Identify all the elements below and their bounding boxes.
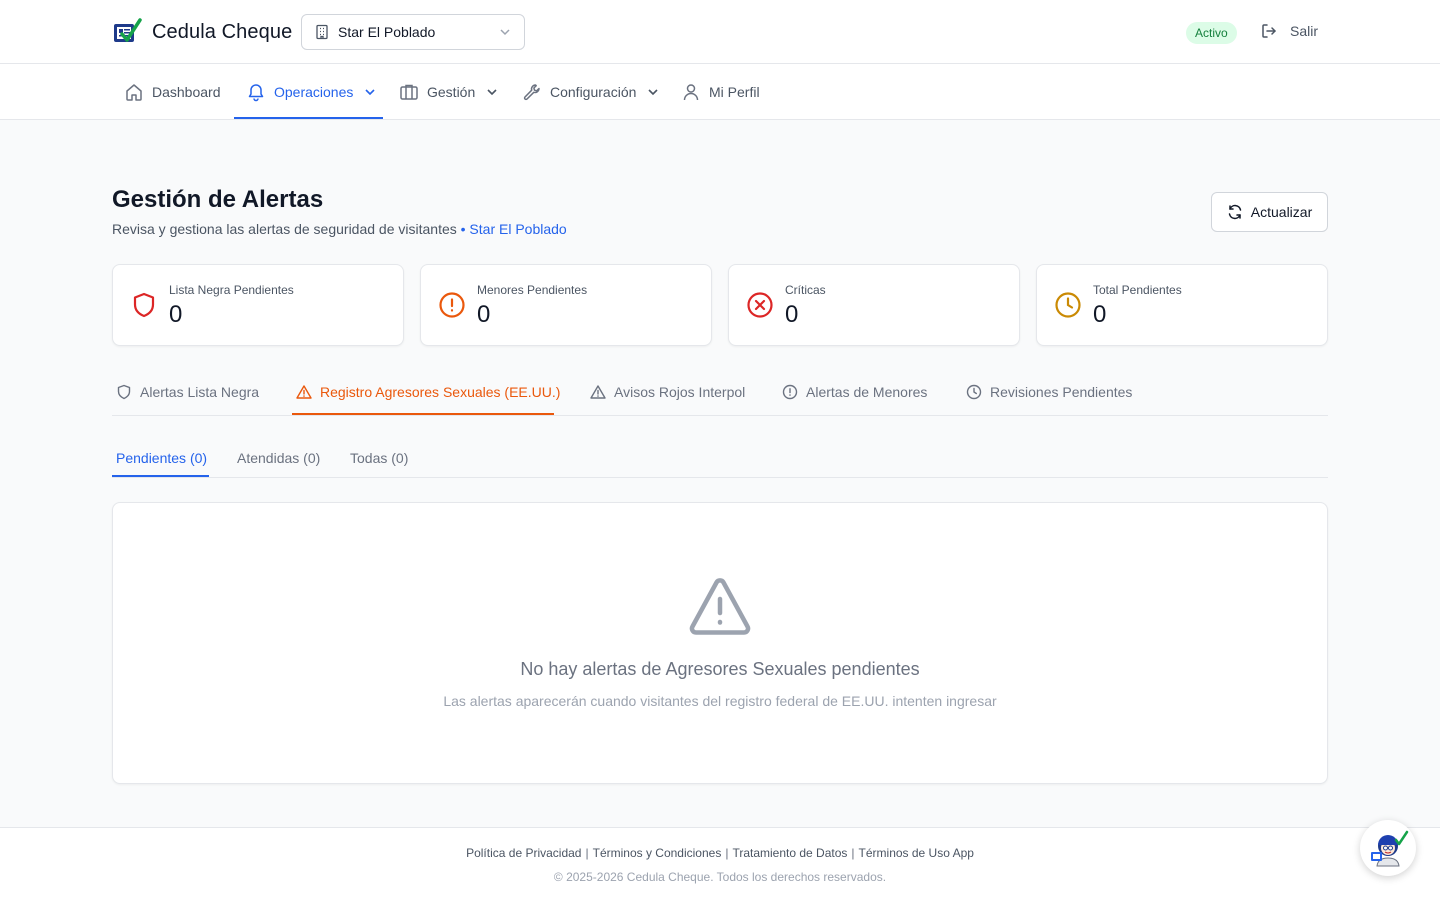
main-nav: Dashboard Operaciones Gestión Configurac…	[0, 64, 1440, 120]
app-name: Cedula Cheque	[152, 20, 293, 43]
nav-active-indicator	[234, 117, 383, 119]
chat-assistant-button[interactable]	[1360, 820, 1416, 876]
footer: Política de Privacidad | Términos y Condic…	[0, 827, 1440, 900]
stat-card-lista-negra: Lista Negra Pendientes 0	[112, 264, 404, 346]
stat-card-total: Total Pendientes 0	[1036, 264, 1328, 346]
footer-separator: |	[585, 846, 589, 860]
footer-link-tratamiento-datos[interactable]: Tratamiento de Datos	[732, 846, 847, 860]
nav-mi-perfil-label: Mi Perfil	[709, 84, 760, 100]
nav-gestion-label: Gestión	[427, 84, 476, 100]
warning-triangle-icon	[689, 578, 751, 635]
stat-label: Lista Negra Pendientes	[169, 283, 294, 297]
logout-icon	[1262, 24, 1276, 38]
footer-separator: |	[851, 846, 855, 860]
site-selector-value: Star El Poblado	[338, 24, 436, 40]
nav-dashboard-label: Dashboard	[152, 84, 221, 100]
clock-icon	[966, 384, 982, 400]
brand[interactable]: Cedula Cheque	[112, 18, 292, 46]
refresh-button[interactable]: Actualizar	[1211, 192, 1328, 232]
user-icon	[683, 84, 699, 101]
tab-revisiones[interactable]: Revisiones Pendientes	[966, 368, 1132, 416]
tab-interpol[interactable]: Avisos Rojos Interpol	[590, 368, 745, 416]
bell-icon	[248, 84, 264, 102]
page-subtitle-text: Revisa y gestiona las alertas de segurid…	[112, 221, 457, 237]
site-selector[interactable]: Star El Poblado	[301, 14, 525, 50]
footer-link-privacidad[interactable]: Política de Privacidad	[466, 846, 581, 860]
shield-icon	[117, 384, 131, 400]
footer-copyright: © 2025-2026 Cedula Cheque. Todos los der…	[553, 870, 887, 884]
stat-label: Total Pendientes	[1093, 283, 1182, 297]
nav-gestion[interactable]: Gestión	[399, 64, 499, 120]
clock-icon	[1055, 292, 1081, 318]
wrench-icon	[523, 84, 540, 101]
chevron-down-icon	[365, 89, 375, 96]
footer-link-terminos-app[interactable]: Términos de Uso App	[859, 846, 974, 860]
warning-triangle-icon	[590, 385, 606, 399]
home-icon	[126, 84, 142, 101]
nav-mi-perfil[interactable]: Mi Perfil	[681, 64, 760, 120]
stat-card-criticas: Críticas 0	[728, 264, 1020, 346]
tab-label: Avisos Rojos Interpol	[614, 384, 746, 400]
nav-configuracion-label: Configuración	[550, 84, 637, 100]
nav-operaciones-label: Operaciones	[274, 84, 354, 100]
shield-icon	[133, 292, 155, 318]
alerts-panel: No hay alertas de Agresores Sexuales pen…	[112, 502, 1328, 784]
subtab-atendidas[interactable]: Atendidas (0)	[237, 440, 320, 476]
tab-menores[interactable]: Alertas de Menores	[782, 368, 927, 416]
subtab-todas[interactable]: Todas (0)	[350, 440, 408, 476]
chevron-down-icon	[648, 89, 658, 96]
tab-lista-negra[interactable]: Alertas Lista Negra	[116, 368, 259, 416]
app-logo-icon	[114, 18, 142, 42]
empty-state-title: No hay alertas de Agresores Sexuales pen…	[520, 659, 920, 679]
tab-label: Revisiones Pendientes	[990, 384, 1133, 400]
tab-label: Alertas de Menores	[806, 384, 928, 400]
logout-label: Salir	[1290, 23, 1319, 39]
alert-circle-icon	[782, 384, 798, 400]
page-subtitle-site: • Star El Poblado	[460, 221, 567, 237]
refresh-icon	[1228, 204, 1242, 220]
briefcase-icon	[400, 84, 418, 100]
stat-value: 0	[1093, 301, 1107, 328]
subtab-pendientes[interactable]: Pendientes (0)	[116, 440, 207, 476]
footer-separator: |	[725, 846, 729, 860]
empty-state-description: Las alertas aparecerán cuando visitantes…	[443, 693, 997, 709]
footer-links: Política de Privacidad | Términos y Condic…	[0, 846, 1440, 860]
tab-label: Alertas Lista Negra	[140, 384, 260, 400]
page-title: Gestión de Alertas	[112, 186, 324, 213]
subtab-active-indicator	[112, 475, 209, 477]
page-subtitle: Revisa y gestiona las alertas de segurid…	[112, 221, 567, 237]
x-circle-icon	[747, 292, 773, 318]
tab-label: Registro Agresores Sexuales (EE.UU.)	[320, 384, 561, 400]
stat-value: 0	[477, 301, 491, 328]
chevron-down-icon	[500, 29, 510, 36]
nav-operaciones[interactable]: Operaciones	[246, 64, 377, 120]
stat-label: Menores Pendientes	[477, 283, 588, 297]
stat-card-menores: Menores Pendientes 0	[420, 264, 712, 346]
stat-label: Críticas	[785, 283, 826, 297]
warning-triangle-icon	[296, 385, 312, 399]
refresh-label: Actualizar	[1250, 204, 1313, 220]
assistant-avatar-icon	[1371, 830, 1409, 867]
tab-agresores-sexuales[interactable]: Registro Agresores Sexuales (EE.UU.)	[296, 368, 560, 416]
building-icon	[316, 24, 328, 40]
status-badge: Activo	[1186, 22, 1237, 44]
alert-tabs: Alertas Lista Negra Registro Agresores S…	[112, 368, 1328, 416]
stat-value: 0	[785, 301, 799, 328]
logout-button[interactable]: Salir	[1260, 22, 1318, 40]
tab-active-indicator	[292, 413, 554, 415]
chevron-down-icon	[487, 89, 497, 96]
stat-value: 0	[169, 301, 183, 328]
top-bar: Cedula Cheque Star El Poblado Activo Sal…	[0, 0, 1440, 64]
status-subtabs: Pendientes (0) Atendidas (0) Todas (0)	[112, 440, 1328, 478]
footer-link-terminos[interactable]: Términos y Condiciones	[593, 846, 722, 860]
nav-configuracion[interactable]: Configuración	[522, 64, 660, 120]
nav-dashboard[interactable]: Dashboard	[124, 64, 221, 120]
alert-circle-icon	[439, 292, 465, 318]
